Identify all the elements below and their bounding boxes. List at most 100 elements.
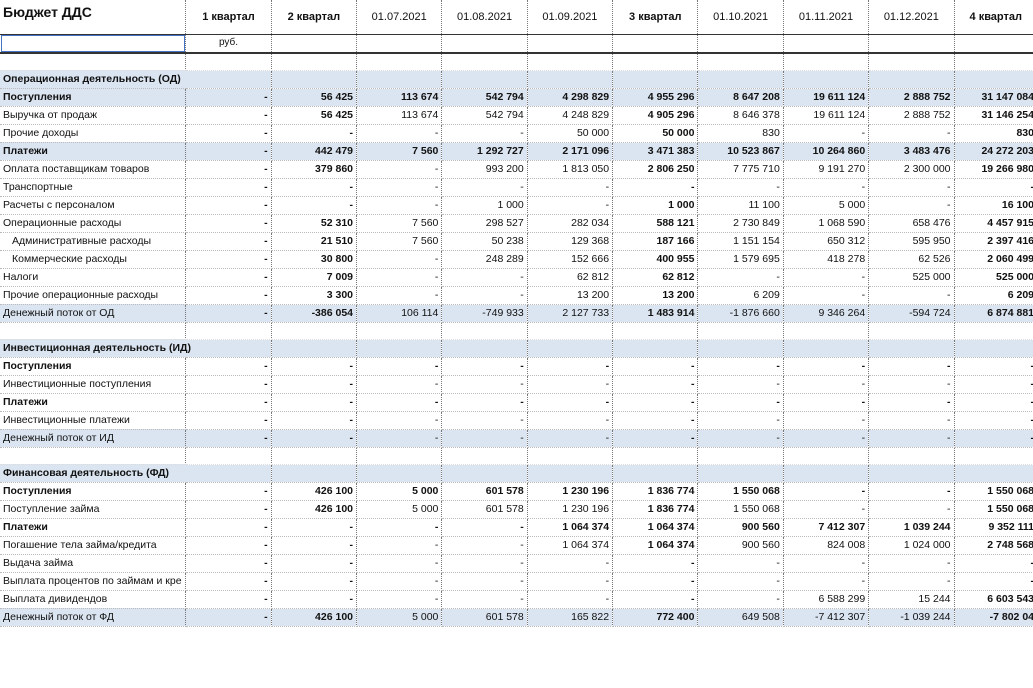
value-cell[interactable]: - xyxy=(527,590,614,609)
value-cell[interactable] xyxy=(697,53,784,71)
value-cell[interactable]: - xyxy=(783,554,870,573)
column-header[interactable]: 01.07.2021 xyxy=(356,0,443,35)
value-cell[interactable]: - xyxy=(697,572,784,591)
value-cell[interactable] xyxy=(783,447,870,465)
value-cell[interactable]: 2 730 849 xyxy=(697,214,784,233)
value-cell[interactable]: - xyxy=(185,178,272,197)
value-cell[interactable] xyxy=(697,322,784,340)
value-cell[interactable]: - xyxy=(271,518,358,537)
row-label-cell[interactable]: Расчеты с персоналом xyxy=(0,196,187,215)
value-cell[interactable]: - xyxy=(356,590,443,609)
value-cell[interactable] xyxy=(783,70,870,89)
value-cell[interactable]: 993 200 xyxy=(441,160,528,179)
value-cell[interactable]: - xyxy=(783,393,870,412)
value-cell[interactable]: 4 248 829 xyxy=(527,106,614,125)
value-cell[interactable]: 7 560 xyxy=(356,214,443,233)
value-cell[interactable]: 5 000 xyxy=(356,500,443,519)
value-cell[interactable]: - xyxy=(185,375,272,394)
value-cell[interactable] xyxy=(271,447,358,465)
value-cell[interactable]: - xyxy=(527,357,614,376)
value-cell[interactable]: - xyxy=(356,536,443,555)
value-cell[interactable]: 282 034 xyxy=(527,214,614,233)
unit-cell[interactable] xyxy=(783,34,870,54)
value-cell[interactable]: - xyxy=(527,375,614,394)
value-cell[interactable]: - xyxy=(868,500,955,519)
value-cell[interactable]: - xyxy=(271,590,358,609)
value-cell[interactable]: 24 272 203 xyxy=(954,142,1033,161)
value-cell[interactable]: - xyxy=(954,411,1033,430)
value-cell[interactable]: - xyxy=(185,88,272,107)
value-cell[interactable]: 418 278 xyxy=(783,250,870,269)
value-cell[interactable]: 1 064 374 xyxy=(612,536,699,555)
value-cell[interactable]: 1 813 050 xyxy=(527,160,614,179)
value-cell[interactable]: - xyxy=(185,214,272,233)
column-header[interactable]: 2 квартал xyxy=(271,0,358,35)
value-cell[interactable]: 3 471 383 xyxy=(612,142,699,161)
value-cell[interactable]: 1 230 196 xyxy=(527,500,614,519)
value-cell[interactable]: - xyxy=(697,357,784,376)
value-cell[interactable]: - xyxy=(783,429,870,448)
value-cell[interactable]: 248 289 xyxy=(441,250,528,269)
value-cell[interactable]: - xyxy=(868,554,955,573)
value-cell[interactable]: -7 412 307 xyxy=(783,608,870,627)
value-cell[interactable]: - xyxy=(868,411,955,430)
column-header[interactable]: 01.11.2021 xyxy=(783,0,870,35)
value-cell[interactable]: 11 100 xyxy=(697,196,784,215)
value-cell[interactable]: 650 312 xyxy=(783,232,870,251)
value-cell[interactable]: - xyxy=(185,357,272,376)
value-cell[interactable]: 1 483 914 xyxy=(612,304,699,323)
value-cell[interactable] xyxy=(441,447,528,465)
value-cell[interactable]: 1 550 068 xyxy=(954,500,1033,519)
value-cell[interactable]: - xyxy=(185,518,272,537)
value-cell[interactable]: 1 024 000 xyxy=(868,536,955,555)
value-cell[interactable] xyxy=(612,322,699,340)
value-cell[interactable]: - xyxy=(612,572,699,591)
value-cell[interactable]: - xyxy=(868,196,955,215)
value-cell[interactable]: - xyxy=(868,572,955,591)
row-label-cell[interactable]: Транспортные xyxy=(0,178,187,197)
value-cell[interactable] xyxy=(271,339,358,358)
value-cell[interactable]: - xyxy=(527,572,614,591)
column-header[interactable]: 4 квартал xyxy=(954,0,1033,35)
value-cell[interactable]: - xyxy=(185,250,272,269)
value-cell[interactable]: 16 100 xyxy=(954,196,1033,215)
row-label-cell[interactable]: Инвестиционные платежи xyxy=(0,411,187,430)
value-cell[interactable] xyxy=(783,339,870,358)
value-cell[interactable]: 165 822 xyxy=(527,608,614,627)
value-cell[interactable]: 379 860 xyxy=(271,160,358,179)
value-cell[interactable] xyxy=(356,339,443,358)
value-cell[interactable]: - xyxy=(356,160,443,179)
value-cell[interactable]: - xyxy=(783,411,870,430)
value-cell[interactable]: - xyxy=(441,357,528,376)
value-cell[interactable]: 4 457 915 xyxy=(954,214,1033,233)
value-cell[interactable]: - xyxy=(356,375,443,394)
value-cell[interactable] xyxy=(185,339,272,358)
value-cell[interactable]: - xyxy=(185,196,272,215)
value-cell[interactable]: 2 300 000 xyxy=(868,160,955,179)
value-cell[interactable]: 2 888 752 xyxy=(868,88,955,107)
value-cell[interactable]: 2 060 499 xyxy=(954,250,1033,269)
value-cell[interactable]: - xyxy=(954,357,1033,376)
value-cell[interactable]: 7 412 307 xyxy=(783,518,870,537)
value-cell[interactable]: 4 905 296 xyxy=(612,106,699,125)
value-cell[interactable]: - xyxy=(441,124,528,143)
row-label-cell[interactable]: Поступления xyxy=(0,357,187,376)
value-cell[interactable]: - xyxy=(527,411,614,430)
value-cell[interactable]: -386 054 xyxy=(271,304,358,323)
value-cell[interactable]: - xyxy=(441,268,528,287)
value-cell[interactable]: 2 171 096 xyxy=(527,142,614,161)
value-cell[interactable]: 1 836 774 xyxy=(612,482,699,501)
value-cell[interactable]: - xyxy=(868,393,955,412)
value-cell[interactable] xyxy=(356,464,443,483)
value-cell[interactable]: - xyxy=(868,375,955,394)
value-cell[interactable]: - xyxy=(356,268,443,287)
value-cell[interactable]: 1 550 068 xyxy=(697,500,784,519)
value-cell[interactable] xyxy=(527,464,614,483)
value-cell[interactable] xyxy=(697,464,784,483)
value-cell[interactable]: - xyxy=(185,590,272,609)
value-cell[interactable]: - xyxy=(185,554,272,573)
value-cell[interactable]: 19 611 124 xyxy=(783,106,870,125)
value-cell[interactable] xyxy=(441,339,528,358)
value-cell[interactable]: 1 068 590 xyxy=(783,214,870,233)
value-cell[interactable] xyxy=(954,339,1033,358)
